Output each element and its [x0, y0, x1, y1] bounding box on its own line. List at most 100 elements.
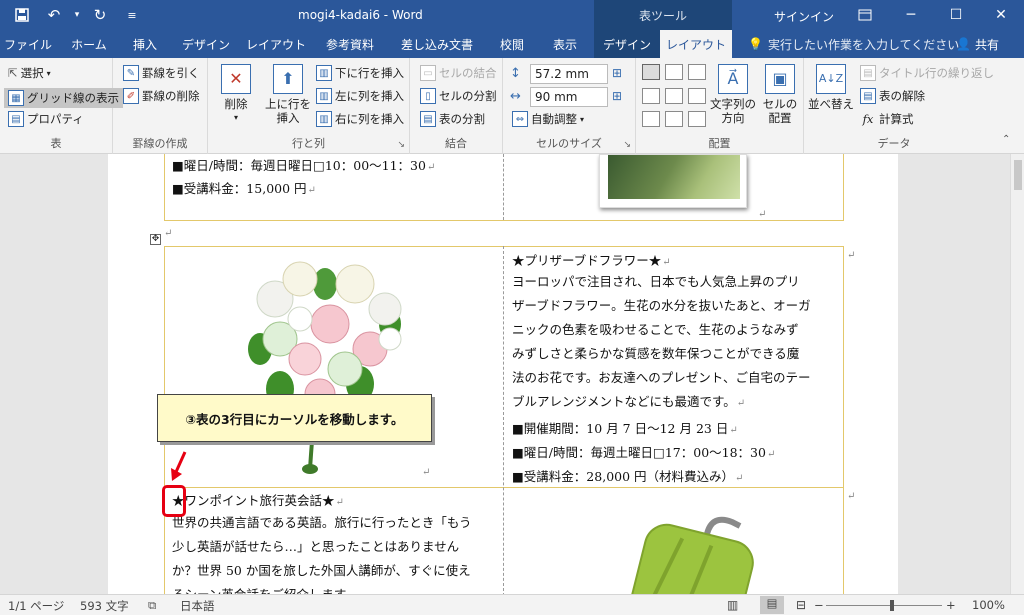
- align-bottom-right-icon[interactable]: [688, 111, 706, 127]
- share-button[interactable]: 👤 共有: [956, 30, 999, 58]
- fx-icon: fx: [862, 112, 874, 126]
- cell-size-launcher-icon[interactable]: ↘: [623, 140, 631, 150]
- split-cells-icon: ▯: [420, 88, 436, 104]
- signin-link[interactable]: サインイン: [774, 8, 834, 25]
- draw-table-button[interactable]: ✎ 罫線を引く: [123, 65, 200, 81]
- ribbon-tabs: ファイル ホーム 挿入 デザイン レイアウト 参考資料 差し込み文書 校閲 表示…: [0, 30, 1024, 58]
- table1-gridline: [503, 154, 504, 220]
- end-of-cell-mark: ↵: [422, 467, 431, 478]
- group-merge: ▭ セルの結合 ▯ セルの分割 ▤ 表の分割 結合: [410, 58, 503, 154]
- insert-right-button[interactable]: ▥ 右に列を挿入: [316, 111, 404, 127]
- split-table-button[interactable]: ▤ 表の分割: [420, 111, 485, 127]
- scrollbar-thumb[interactable]: [1014, 160, 1022, 190]
- tab-mailings[interactable]: 差し込み文書: [394, 30, 480, 58]
- align-top-right-icon[interactable]: [688, 64, 706, 80]
- autofit-icon: ⇔: [512, 111, 528, 127]
- group-table-label: 表: [50, 137, 62, 150]
- pencil-icon: ✎: [123, 65, 139, 81]
- align-bottom-left-icon[interactable]: [642, 111, 660, 127]
- align-center-left-icon[interactable]: [642, 88, 660, 104]
- tab-review[interactable]: 校閲: [490, 30, 534, 58]
- tab-page-layout[interactable]: レイアウト: [244, 30, 308, 58]
- properties-button[interactable]: ▤ プロパティ: [8, 111, 84, 127]
- print-layout-icon[interactable]: ▤: [760, 596, 784, 614]
- zoom-in-icon[interactable]: +: [946, 598, 956, 612]
- maximize-icon[interactable]: ☐: [933, 0, 979, 30]
- group-rows-columns: ✕ 削除 ▾ ⬆ 上に行を 挿入 ▥ 下に行を挿入 ▥ 左に列を挿入 ▥ 右に列を挿入 …: [208, 58, 410, 154]
- end-of-cell-mark: ↵: [758, 209, 767, 220]
- tab-home[interactable]: ホーム: [60, 30, 118, 58]
- align-center-right-icon[interactable]: [688, 88, 706, 104]
- english-course-heading[interactable]: ★ワンポイント旅行英会話★↵: [172, 490, 344, 509]
- split-table-icon: ▤: [420, 111, 436, 127]
- undo-icon[interactable]: ↶: [40, 1, 68, 29]
- insert-column-left-icon: ▥: [316, 88, 332, 104]
- ribbon-display-options-icon[interactable]: [842, 0, 888, 30]
- align-bottom-center-icon[interactable]: [665, 111, 683, 127]
- vertical-scrollbar[interactable]: [1010, 154, 1024, 594]
- tab-file[interactable]: ファイル: [0, 30, 56, 58]
- person-icon: 👤: [956, 37, 971, 51]
- select-button[interactable]: ⇱ 選択 ▾: [8, 65, 51, 81]
- insert-above-button[interactable]: ⬆ 上に行を 挿入: [264, 64, 312, 125]
- proofing-icon[interactable]: ⧉: [148, 598, 156, 613]
- convert-to-text-button[interactable]: ▤ 表の解除: [860, 88, 925, 104]
- sort-button[interactable]: A↓Z 並べ替え: [808, 64, 854, 111]
- autofit-button[interactable]: ⇔ 自動調整 ▾: [512, 111, 584, 127]
- delete-button[interactable]: ✕ 削除 ▾: [216, 64, 256, 125]
- instruction-callout: ③表の3行目にカーソルを移動します。: [157, 394, 432, 442]
- distribute-rows-icon[interactable]: ⊞: [612, 66, 622, 80]
- language[interactable]: 日本語: [180, 598, 215, 614]
- zoom-level[interactable]: 100%: [972, 598, 1005, 612]
- column-width-input[interactable]: [530, 87, 608, 107]
- minimize-icon[interactable]: ─: [888, 0, 934, 30]
- rows-columns-launcher-icon[interactable]: ↘: [397, 140, 405, 150]
- redo-icon[interactable]: ↻: [86, 1, 114, 29]
- zoom-slider-knob[interactable]: [890, 600, 894, 611]
- english-course-body: 世界の共通言語である英語。旅行に行ったとき「もう 少し英語が話せたら…」と思った…: [172, 515, 472, 594]
- merge-cells-button[interactable]: ▭ セルの結合: [420, 65, 497, 81]
- tab-design[interactable]: デザイン: [176, 30, 236, 58]
- customize-qat-icon[interactable]: ≡: [118, 1, 146, 29]
- repeat-header-rows-button[interactable]: ▤ タイトル行の繰り返し: [860, 65, 994, 81]
- zoom-slider[interactable]: [826, 605, 942, 606]
- delete-table-icon: ✕: [221, 64, 251, 94]
- insert-left-button[interactable]: ▥ 左に列を挿入: [316, 88, 404, 104]
- save-icon[interactable]: [8, 1, 36, 29]
- eraser-button[interactable]: ✐ 罫線の削除: [123, 88, 200, 104]
- web-layout-icon[interactable]: ⊟: [796, 598, 806, 612]
- row1-fee: ■受講料金：15,000 円↵: [172, 181, 316, 196]
- split-cells-button[interactable]: ▯ セルの分割: [420, 88, 497, 104]
- tab-table-design[interactable]: デザイン: [594, 30, 660, 58]
- tab-view[interactable]: 表示: [542, 30, 588, 58]
- formula-button[interactable]: fx 計算式: [860, 111, 914, 127]
- row-height-input[interactable]: [530, 64, 608, 84]
- align-top-center-icon[interactable]: [665, 64, 683, 80]
- read-mode-icon[interactable]: ▥: [727, 598, 738, 612]
- cell-margins-button[interactable]: ▣ セルの 配置: [758, 64, 802, 125]
- close-icon[interactable]: ✕: [978, 0, 1024, 30]
- document-area: ■曜日/時間：毎週日曜日□10：00〜11：30↵ ■受講料金：15,000 円…: [0, 154, 1010, 594]
- table-move-handle-icon[interactable]: ✥: [150, 234, 161, 245]
- table-tools-context-label: 表ツール: [594, 0, 732, 30]
- tab-references[interactable]: 参考資料: [314, 30, 386, 58]
- collapse-ribbon-icon[interactable]: ⌃: [1002, 134, 1010, 145]
- page-count[interactable]: 1/1 ページ: [8, 598, 64, 614]
- undo-dropdown-icon[interactable]: ▾: [72, 1, 82, 29]
- insert-below-button[interactable]: ▥ 下に行を挿入: [316, 65, 404, 81]
- align-center-icon[interactable]: [665, 88, 683, 104]
- distribute-columns-icon[interactable]: ⊞: [612, 89, 622, 103]
- view-gridlines-button[interactable]: ▦ グリッド線の表示: [4, 88, 123, 108]
- tell-me-placeholder: 実行したい作業を入力してください: [767, 37, 960, 52]
- tab-insert[interactable]: 挿入: [120, 30, 170, 58]
- text-direction-button[interactable]: A⃗ 文字列の 方向: [708, 64, 758, 125]
- preserved-flower-body: ヨーロッパで注目され、日本でも人気急上昇のプリ ザーブドフラワー。生花の水分を抜…: [512, 274, 811, 409]
- tell-me-box[interactable]: 💡 実行したい作業を入力してください: [748, 30, 959, 58]
- align-top-left-icon[interactable]: [642, 64, 660, 80]
- tab-table-layout[interactable]: レイアウト: [660, 30, 732, 58]
- ribbon-layout: ⇱ 選択 ▾ ▦ グリッド線の表示 ▤ プロパティ 表 ✎ 罫線を引く ✐ 罫線の削除 罫線…: [0, 58, 1024, 154]
- preserved-flower-time: ■曜日/時間：毎週土曜日□17：00〜18：30↵: [512, 445, 776, 460]
- word-count[interactable]: 593 文字: [80, 598, 129, 614]
- zoom-out-icon[interactable]: −: [814, 598, 824, 612]
- title-bar: ↶ ▾ ↻ ≡ mogi4-kadai6 - Word 表ツール サインイン ─…: [0, 0, 1024, 30]
